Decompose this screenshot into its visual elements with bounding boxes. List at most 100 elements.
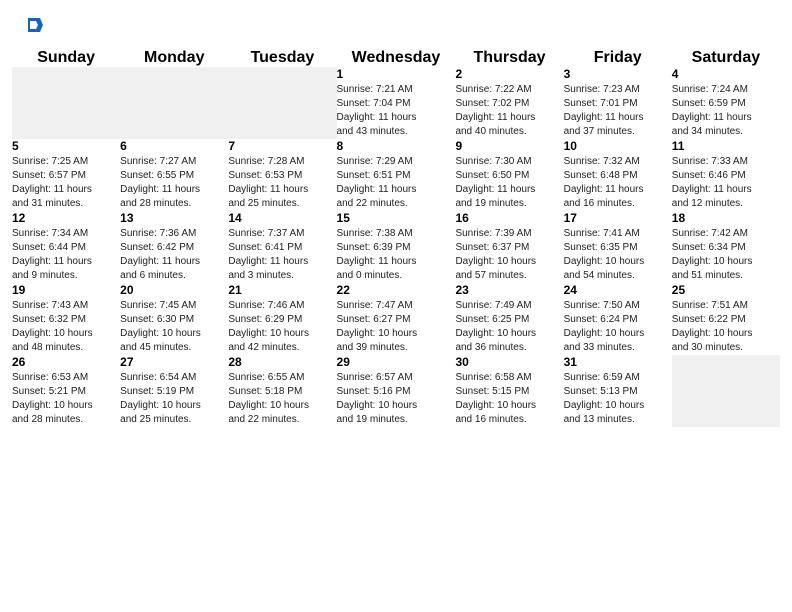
day-number: 3 xyxy=(564,67,672,81)
day-info: Sunrise: 7:21 AM Sunset: 7:04 PM Dayligh… xyxy=(337,83,456,139)
day-number: 4 xyxy=(672,67,780,81)
day-header-monday: Monday xyxy=(120,49,228,67)
calendar-cell: 22Sunrise: 7:47 AM Sunset: 6:27 PM Dayli… xyxy=(337,283,456,355)
day-number: 18 xyxy=(672,211,780,225)
calendar-cell: 18 Sunrise: 7:42 AM Sunset: 6:34 PM Dayli… xyxy=(672,211,780,283)
calendar-week-row: 1 Sunrise: 7:21 AM Sunset: 7:04 PM Daylig… xyxy=(12,67,780,139)
calendar-week-row: 12Sunrise: 7:34 AM Sunset: 6:44 PM Dayli… xyxy=(12,211,780,283)
day-number: 29 xyxy=(337,355,456,369)
day-info: Sunrise: 6:57 AM Sunset: 5:16 PM Dayligh… xyxy=(337,371,456,427)
header xyxy=(0,0,792,49)
calendar-cell: 11 Sunrise: 7:33 AM Sunset: 6:46 PM Dayli… xyxy=(672,139,780,211)
day-number: 20 xyxy=(120,283,228,297)
calendar-cell: 2 Sunrise: 7:22 AM Sunset: 7:02 PM Daylig… xyxy=(455,67,563,139)
day-number: 26 xyxy=(12,355,120,369)
day-info: Sunrise: 7:29 AM Sunset: 6:51 PM Dayligh… xyxy=(337,155,456,211)
calendar-cell: 28 Sunrise: 6:55 AM Sunset: 5:18 PM Dayli… xyxy=(228,355,336,427)
day-info: Sunrise: 7:43 AM Sunset: 6:32 PM Dayligh… xyxy=(12,299,120,355)
day-info: Sunrise: 7:45 AM Sunset: 6:30 PM Dayligh… xyxy=(120,299,228,355)
calendar-cell xyxy=(228,67,336,139)
day-info: Sunrise: 7:50 AM Sunset: 6:24 PM Dayligh… xyxy=(564,299,672,355)
day-info: Sunrise: 7:39 AM Sunset: 6:37 PM Dayligh… xyxy=(455,227,563,283)
day-info: Sunrise: 7:42 AM Sunset: 6:34 PM Dayligh… xyxy=(672,227,780,283)
calendar-header-row: SundayMondayTuesdayWednesdayThursdayFrid… xyxy=(12,49,780,67)
day-number: 1 xyxy=(337,67,456,81)
day-info: Sunrise: 6:58 AM Sunset: 5:15 PM Dayligh… xyxy=(455,371,563,427)
day-number: 8 xyxy=(337,139,456,153)
calendar-cell: 30Sunrise: 6:58 AM Sunset: 5:15 PM Dayli… xyxy=(455,355,563,427)
calendar-cell: 17Sunrise: 7:41 AM Sunset: 6:35 PM Dayli… xyxy=(564,211,672,283)
day-number: 27 xyxy=(120,355,228,369)
calendar-cell: 10 Sunrise: 7:32 AM Sunset: 6:48 PM Dayli… xyxy=(564,139,672,211)
calendar-cell: 21Sunrise: 7:46 AM Sunset: 6:29 PM Dayli… xyxy=(228,283,336,355)
day-number: 10 xyxy=(564,139,672,153)
day-info: Sunrise: 6:53 AM Sunset: 5:21 PM Dayligh… xyxy=(12,371,120,427)
calendar-cell: 12Sunrise: 7:34 AM Sunset: 6:44 PM Dayli… xyxy=(12,211,120,283)
day-info: Sunrise: 7:46 AM Sunset: 6:29 PM Dayligh… xyxy=(228,299,336,355)
calendar-cell: 19 Sunrise: 7:43 AM Sunset: 6:32 PM Dayli… xyxy=(12,283,120,355)
calendar-cell: 3Sunrise: 7:23 AM Sunset: 7:01 PM Daylig… xyxy=(564,67,672,139)
logo-flag-icon xyxy=(26,16,44,39)
calendar-cell: 1 Sunrise: 7:21 AM Sunset: 7:04 PM Daylig… xyxy=(337,67,456,139)
calendar-cell: 23 Sunrise: 7:49 AM Sunset: 6:25 PM Dayli… xyxy=(455,283,563,355)
calendar-cell: 20 Sunrise: 7:45 AM Sunset: 6:30 PM Dayli… xyxy=(120,283,228,355)
day-info: Sunrise: 7:38 AM Sunset: 6:39 PM Dayligh… xyxy=(337,227,456,283)
day-number: 31 xyxy=(564,355,672,369)
day-info: Sunrise: 7:32 AM Sunset: 6:48 PM Dayligh… xyxy=(564,155,672,211)
day-info: Sunrise: 7:51 AM Sunset: 6:22 PM Dayligh… xyxy=(672,299,780,355)
day-info: Sunrise: 7:41 AM Sunset: 6:35 PM Dayligh… xyxy=(564,227,672,283)
calendar-cell: 15Sunrise: 7:38 AM Sunset: 6:39 PM Dayli… xyxy=(337,211,456,283)
day-number: 11 xyxy=(672,139,780,153)
day-number: 9 xyxy=(455,139,563,153)
day-number: 23 xyxy=(455,283,563,297)
day-header-thursday: Thursday xyxy=(455,49,563,67)
calendar-cell: 31 Sunrise: 6:59 AM Sunset: 5:13 PM Dayli… xyxy=(564,355,672,427)
calendar-cell: 4 Sunrise: 7:24 AM Sunset: 6:59 PM Daylig… xyxy=(672,67,780,139)
calendar-cell: 29 Sunrise: 6:57 AM Sunset: 5:16 PM Dayli… xyxy=(337,355,456,427)
day-info: Sunrise: 7:49 AM Sunset: 6:25 PM Dayligh… xyxy=(455,299,563,355)
day-number: 14 xyxy=(228,211,336,225)
day-info: Sunrise: 6:55 AM Sunset: 5:18 PM Dayligh… xyxy=(228,371,336,427)
calendar-cell: 13 Sunrise: 7:36 AM Sunset: 6:42 PM Dayli… xyxy=(120,211,228,283)
calendar-cell: 14 Sunrise: 7:37 AM Sunset: 6:41 PM Dayli… xyxy=(228,211,336,283)
calendar-cell xyxy=(120,67,228,139)
day-info: Sunrise: 7:36 AM Sunset: 6:42 PM Dayligh… xyxy=(120,227,228,283)
calendar-cell xyxy=(672,355,780,427)
day-header-saturday: Saturday xyxy=(672,49,780,67)
calendar-cell: 8 Sunrise: 7:29 AM Sunset: 6:51 PM Daylig… xyxy=(337,139,456,211)
logo xyxy=(24,18,44,39)
day-info: Sunrise: 7:25 AM Sunset: 6:57 PM Dayligh… xyxy=(12,155,120,211)
calendar-cell: 16 Sunrise: 7:39 AM Sunset: 6:37 PM Dayli… xyxy=(455,211,563,283)
day-info: Sunrise: 6:59 AM Sunset: 5:13 PM Dayligh… xyxy=(564,371,672,427)
calendar-week-row: 26 Sunrise: 6:53 AM Sunset: 5:21 PM Dayli… xyxy=(12,355,780,427)
day-number: 5 xyxy=(12,139,120,153)
day-info: Sunrise: 7:47 AM Sunset: 6:27 PM Dayligh… xyxy=(337,299,456,355)
calendar-cell: 5 Sunrise: 7:25 AM Sunset: 6:57 PM Daylig… xyxy=(12,139,120,211)
day-number: 12 xyxy=(12,211,120,225)
calendar-table: SundayMondayTuesdayWednesdayThursdayFrid… xyxy=(12,49,780,427)
day-number: 6 xyxy=(120,139,228,153)
calendar-cell: 25 Sunrise: 7:51 AM Sunset: 6:22 PM Dayli… xyxy=(672,283,780,355)
day-header-tuesday: Tuesday xyxy=(228,49,336,67)
day-number: 16 xyxy=(455,211,563,225)
calendar-cell: 9 Sunrise: 7:30 AM Sunset: 6:50 PM Daylig… xyxy=(455,139,563,211)
calendar-cell: 6Sunrise: 7:27 AM Sunset: 6:55 PM Daylig… xyxy=(120,139,228,211)
day-number: 19 xyxy=(12,283,120,297)
day-info: Sunrise: 7:24 AM Sunset: 6:59 PM Dayligh… xyxy=(672,83,780,139)
calendar-cell: 27 Sunrise: 6:54 AM Sunset: 5:19 PM Dayli… xyxy=(120,355,228,427)
day-number: 25 xyxy=(672,283,780,297)
day-header-wednesday: Wednesday xyxy=(337,49,456,67)
day-info: Sunrise: 6:54 AM Sunset: 5:19 PM Dayligh… xyxy=(120,371,228,427)
calendar-cell: 24Sunrise: 7:50 AM Sunset: 6:24 PM Dayli… xyxy=(564,283,672,355)
calendar-week-row: 19 Sunrise: 7:43 AM Sunset: 6:32 PM Dayli… xyxy=(12,283,780,355)
day-info: Sunrise: 7:30 AM Sunset: 6:50 PM Dayligh… xyxy=(455,155,563,211)
calendar-cell: 26 Sunrise: 6:53 AM Sunset: 5:21 PM Dayli… xyxy=(12,355,120,427)
day-info: Sunrise: 7:37 AM Sunset: 6:41 PM Dayligh… xyxy=(228,227,336,283)
day-number: 13 xyxy=(120,211,228,225)
day-info: Sunrise: 7:33 AM Sunset: 6:46 PM Dayligh… xyxy=(672,155,780,211)
day-number: 28 xyxy=(228,355,336,369)
day-header-sunday: Sunday xyxy=(12,49,120,67)
day-info: Sunrise: 7:28 AM Sunset: 6:53 PM Dayligh… xyxy=(228,155,336,211)
day-info: Sunrise: 7:22 AM Sunset: 7:02 PM Dayligh… xyxy=(455,83,563,139)
day-number: 2 xyxy=(455,67,563,81)
